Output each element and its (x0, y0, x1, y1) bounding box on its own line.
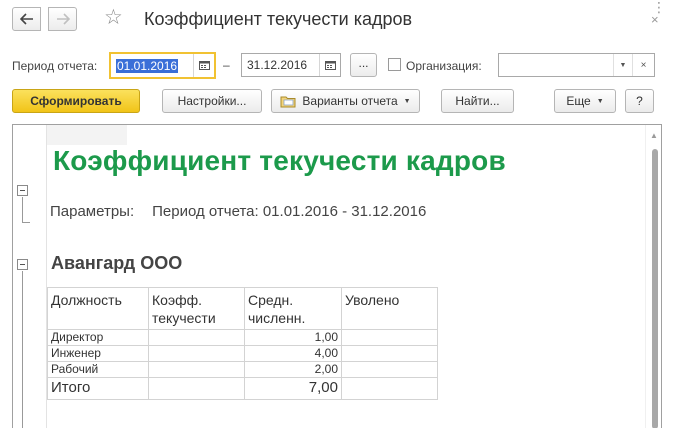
organization-label: Организация: (406, 59, 482, 73)
report-variants-button[interactable]: Варианты отчета ▼ (271, 89, 420, 113)
collapse-group-icon[interactable] (17, 259, 28, 270)
position-cell[interactable]: Инженер (47, 345, 149, 362)
help-button[interactable]: ? (625, 89, 654, 113)
arrow-right-icon (56, 13, 70, 25)
settings-button[interactable]: Настройки... (162, 89, 262, 113)
table-row[interactable]: Рабочий 2,00 (47, 361, 438, 378)
column-header-stripe (47, 125, 127, 145)
find-button[interactable]: Найти... (441, 89, 514, 113)
more-button[interactable]: Еще ▼ (554, 89, 616, 113)
chevron-down-icon[interactable]: ▼ (613, 54, 632, 76)
window-title: Коэффициент текучести кадров (144, 9, 413, 29)
period-to-field[interactable]: 31.12.2016 (241, 53, 341, 77)
period-to-value: 31.12.2016 (247, 58, 308, 72)
generate-button[interactable]: Сформировать (12, 89, 140, 113)
parameters-label: Параметры: (50, 203, 135, 220)
parameters-value: Период отчета: 01.01.2016 - 31.12.2016 (152, 203, 427, 220)
total-dismissed-cell[interactable] (341, 377, 438, 400)
report-document[interactable]: Коэффициент текучести кадров Параметры: П… (12, 124, 662, 428)
more-label: Еще (566, 94, 591, 108)
back-button[interactable] (12, 7, 41, 31)
total-label-cell[interactable]: Итого (47, 377, 149, 400)
clear-icon[interactable]: × (632, 54, 654, 76)
coef-cell[interactable] (148, 345, 245, 362)
report-variants-label: Варианты отчета (302, 94, 398, 108)
folder-icon (280, 96, 296, 107)
dismissed-cell[interactable] (341, 361, 438, 378)
period-from-value: 01.01.2016 (116, 58, 179, 73)
calendar-icon[interactable] (319, 54, 340, 76)
report-parameters: Параметры: Период отчета: 01.01.2016 - 31… (50, 203, 426, 220)
avg-count-cell[interactable]: 4,00 (244, 345, 342, 362)
close-button[interactable]: × (651, 12, 659, 27)
total-coef-cell[interactable] (148, 377, 245, 400)
dismissed-cell[interactable] (341, 329, 438, 346)
position-cell[interactable]: Директор (47, 329, 149, 346)
organization-group-header: Авангард ООО (51, 253, 183, 273)
table-row[interactable]: Инженер 4,00 (47, 345, 438, 362)
calendar-icon[interactable] (193, 54, 214, 77)
forward-button[interactable] (48, 7, 77, 31)
collapse-group-icon[interactable] (17, 185, 28, 196)
chevron-down-icon: ▼ (403, 97, 411, 105)
avg-count-cell[interactable]: 2,00 (244, 361, 342, 378)
more-dots-icon[interactable]: ⋮ (652, 0, 668, 14)
report-title: Коэффициент текучести кадров (53, 145, 506, 176)
arrow-left-icon (19, 13, 33, 25)
organization-checkbox[interactable] (388, 58, 401, 71)
column-header: Средн. численн. (244, 287, 342, 330)
select-period-button[interactable]: ... (350, 53, 377, 77)
column-header: Уволено (341, 287, 438, 330)
vertical-scrollbar[interactable]: ▲ (645, 125, 661, 428)
table-total-row[interactable]: Итого 7,00 (47, 377, 438, 400)
table-row[interactable]: Директор 1,00 (47, 329, 438, 346)
total-avg-count-cell[interactable]: 7,00 (244, 377, 342, 400)
coef-cell[interactable] (148, 329, 245, 346)
chevron-down-icon: ▼ (596, 97, 604, 105)
column-header: Должность (47, 287, 149, 330)
period-separator: – (223, 58, 230, 72)
scrollbar-thumb[interactable] (652, 149, 658, 428)
star-icon[interactable]: ☆ (104, 6, 123, 30)
table-header-row: Должность Коэфф. текучести Средн. числен… (47, 287, 438, 330)
coef-cell[interactable] (148, 361, 245, 378)
organization-field[interactable]: ▼ × (498, 53, 655, 77)
report-table: Должность Коэфф. текучести Средн. числен… (47, 287, 438, 400)
position-cell[interactable]: Рабочий (47, 361, 149, 378)
period-from-field[interactable]: 01.01.2016 (109, 52, 216, 79)
avg-count-cell[interactable]: 1,00 (244, 329, 342, 346)
dismissed-cell[interactable] (341, 345, 438, 362)
scroll-up-icon[interactable]: ▲ (650, 131, 658, 140)
title-bar: ☆ Коэффициент текучести кадров ⋮ × (0, 0, 674, 40)
column-header: Коэфф. текучести (148, 287, 245, 330)
period-label: Период отчета: (12, 59, 98, 73)
